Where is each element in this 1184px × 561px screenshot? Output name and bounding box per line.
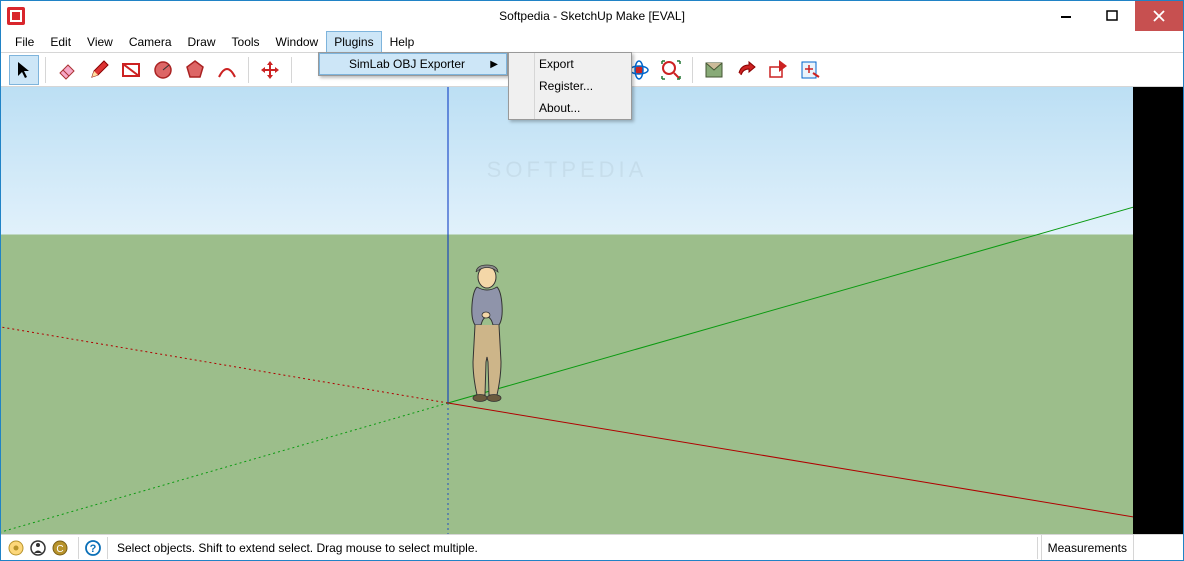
menu-view[interactable]: View xyxy=(79,31,121,52)
arc-tool[interactable] xyxy=(212,55,242,85)
help-icon[interactable]: ? xyxy=(82,537,104,559)
geolocation-icon[interactable] xyxy=(5,537,27,559)
eraser-tool[interactable] xyxy=(52,55,82,85)
share-model-tool[interactable] xyxy=(731,55,761,85)
measurements-input[interactable] xyxy=(1133,535,1183,560)
circle-tool[interactable] xyxy=(148,55,178,85)
menu-item-register[interactable]: Register... xyxy=(509,75,631,97)
menu-item-label: About... xyxy=(539,101,580,115)
menu-item-simlab-obj-exporter[interactable]: SimLab OBJ Exporter ▶ xyxy=(319,53,507,75)
submenu-arrow-icon: ▶ xyxy=(490,59,498,70)
menu-camera[interactable]: Camera xyxy=(121,31,180,52)
menu-help[interactable]: Help xyxy=(382,31,423,52)
menu-item-export[interactable]: Export xyxy=(509,53,631,75)
select-tool[interactable] xyxy=(9,55,39,85)
measurements-label: Measurements xyxy=(1041,535,1133,560)
status-hint: Select objects. Shift to extend select. … xyxy=(111,541,1034,555)
statusbar: C ? Select objects. Shift to extend sele… xyxy=(1,534,1183,560)
status-separator xyxy=(1037,537,1038,559)
menubar: File Edit View Camera Draw Tools Window … xyxy=(1,31,1183,53)
polygon-tool[interactable] xyxy=(180,55,210,85)
menu-draw[interactable]: Draw xyxy=(180,31,224,52)
rectangle-tool[interactable] xyxy=(116,55,146,85)
toolbar-separator xyxy=(248,57,249,83)
menu-item-about[interactable]: About... xyxy=(509,97,631,119)
menu-item-label: Register... xyxy=(539,79,593,93)
svg-text:?: ? xyxy=(90,543,97,555)
toolbar-separator xyxy=(692,57,693,83)
status-separator xyxy=(78,537,79,559)
pencil-tool[interactable] xyxy=(84,55,114,85)
menu-window[interactable]: Window xyxy=(268,31,327,52)
simlab-submenu: Export Register... About... xyxy=(508,52,632,120)
toolbar-separator xyxy=(291,57,292,83)
menu-edit[interactable]: Edit xyxy=(42,31,79,52)
credits-icon[interactable] xyxy=(27,537,49,559)
claim-credit-icon[interactable]: C xyxy=(49,537,71,559)
axes-overlay xyxy=(1,87,1133,534)
maximize-button[interactable] xyxy=(1089,1,1135,31)
menu-item-label: Export xyxy=(539,57,574,71)
plugins-dropdown: SimLab OBJ Exporter ▶ xyxy=(318,52,508,76)
window-title: Softpedia - SketchUp Make [EVAL] xyxy=(499,9,685,23)
app-icon xyxy=(7,7,25,25)
viewport[interactable]: SOFTPEDIA xyxy=(1,87,1183,534)
menu-tools[interactable]: Tools xyxy=(224,31,268,52)
get-models-tool[interactable] xyxy=(699,55,729,85)
export-tool[interactable] xyxy=(795,55,825,85)
scale-figure-person xyxy=(472,265,503,402)
toolbar-separator xyxy=(45,57,46,83)
share-component-tool[interactable] xyxy=(763,55,793,85)
move-tool[interactable] xyxy=(255,55,285,85)
window-controls xyxy=(1043,1,1183,31)
status-separator xyxy=(107,537,108,559)
minimize-button[interactable] xyxy=(1043,1,1089,31)
titlebar: Softpedia - SketchUp Make [EVAL] xyxy=(1,1,1183,31)
app-window: Softpedia - SketchUp Make [EVAL] File Ed… xyxy=(0,0,1184,561)
menu-item-label: SimLab OBJ Exporter xyxy=(349,57,465,71)
menu-plugins[interactable]: Plugins xyxy=(326,31,381,52)
svg-text:C: C xyxy=(56,544,63,555)
close-button[interactable] xyxy=(1135,1,1183,31)
menu-file[interactable]: File xyxy=(7,31,42,52)
zoom-extents-tool[interactable] xyxy=(656,55,686,85)
viewport-right-edge xyxy=(1133,87,1183,534)
